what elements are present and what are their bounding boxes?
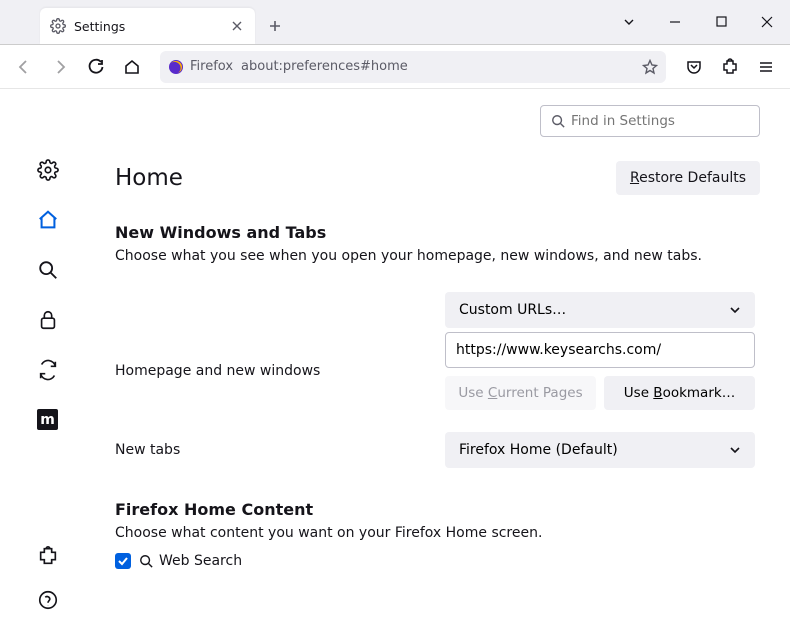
firefox-icon xyxy=(168,59,184,75)
minimize-window-button[interactable] xyxy=(652,0,698,44)
bookmark-star-icon[interactable] xyxy=(642,59,658,75)
new-tab-button[interactable] xyxy=(261,12,289,40)
urlbar-identity-label: Firefox xyxy=(190,59,233,74)
homepage-label: Homepage and new windows xyxy=(115,363,445,379)
maximize-window-button[interactable] xyxy=(698,0,744,44)
settings-sidebar: m xyxy=(0,89,95,631)
find-in-settings-input[interactable] xyxy=(571,113,749,129)
use-current-pages-button: Use Current Pages xyxy=(445,376,596,410)
gear-icon xyxy=(50,18,66,34)
home-nav-button[interactable] xyxy=(116,51,148,83)
search-icon xyxy=(139,554,153,568)
sidebar-extensions-icon[interactable] xyxy=(37,545,59,567)
use-bookmark-button[interactable]: Use Bookmark… xyxy=(604,376,755,410)
find-in-settings[interactable] xyxy=(540,105,760,137)
content-area: m Home Restore Defaults New Windows and … xyxy=(0,89,790,631)
search-icon xyxy=(551,114,565,128)
sidebar-privacy-icon[interactable] xyxy=(37,309,59,331)
app-menu-button[interactable] xyxy=(750,51,782,83)
url-bar[interactable]: Firefox about:preferences#home xyxy=(160,51,666,83)
web-search-checkbox[interactable] xyxy=(115,553,131,569)
sidebar-more-icon[interactable]: m xyxy=(37,409,58,430)
sidebar-general-icon[interactable] xyxy=(37,159,59,181)
section-new-windows-heading: New Windows and Tabs xyxy=(115,223,760,242)
sidebar-help-icon[interactable] xyxy=(37,589,59,611)
back-button[interactable] xyxy=(8,51,40,83)
close-tab-button[interactable] xyxy=(229,18,245,34)
page-title: Home xyxy=(115,165,183,191)
homepage-mode-value: Custom URLs… xyxy=(459,302,566,318)
homepage-url-input[interactable] xyxy=(445,332,755,368)
section-home-content-desc: Choose what content you want on your Fir… xyxy=(115,525,760,541)
sidebar-home-icon[interactable] xyxy=(37,209,59,231)
homepage-mode-select[interactable]: Custom URLs… xyxy=(445,292,755,328)
chevron-down-icon xyxy=(729,304,741,316)
newtabs-mode-value: Firefox Home (Default) xyxy=(459,442,618,458)
tab-dropdown-button[interactable] xyxy=(606,0,652,44)
section-new-windows-desc: Choose what you see when you open your h… xyxy=(115,248,760,264)
chevron-down-icon xyxy=(729,444,741,456)
browser-tab[interactable]: Settings xyxy=(40,8,255,44)
browser-navbar: Firefox about:preferences#home xyxy=(0,45,790,89)
newtabs-label: New tabs xyxy=(115,442,445,458)
section-home-content-heading: Firefox Home Content xyxy=(115,500,760,519)
window-titlebar: Settings xyxy=(0,0,790,45)
sidebar-sync-icon[interactable] xyxy=(37,359,59,381)
settings-main: Home Restore Defaults New Windows and Ta… xyxy=(95,89,790,631)
web-search-label: Web Search xyxy=(139,553,242,569)
urlbar-address: about:preferences#home xyxy=(241,59,636,74)
forward-button[interactable] xyxy=(44,51,76,83)
newtabs-mode-select[interactable]: Firefox Home (Default) xyxy=(445,432,755,468)
reload-button[interactable] xyxy=(80,51,112,83)
sidebar-search-icon[interactable] xyxy=(37,259,59,281)
close-window-button[interactable] xyxy=(744,0,790,44)
restore-defaults-button[interactable]: Restore Defaults xyxy=(616,161,760,195)
extensions-button[interactable] xyxy=(714,51,746,83)
pocket-button[interactable] xyxy=(678,51,710,83)
tab-title: Settings xyxy=(74,19,229,34)
